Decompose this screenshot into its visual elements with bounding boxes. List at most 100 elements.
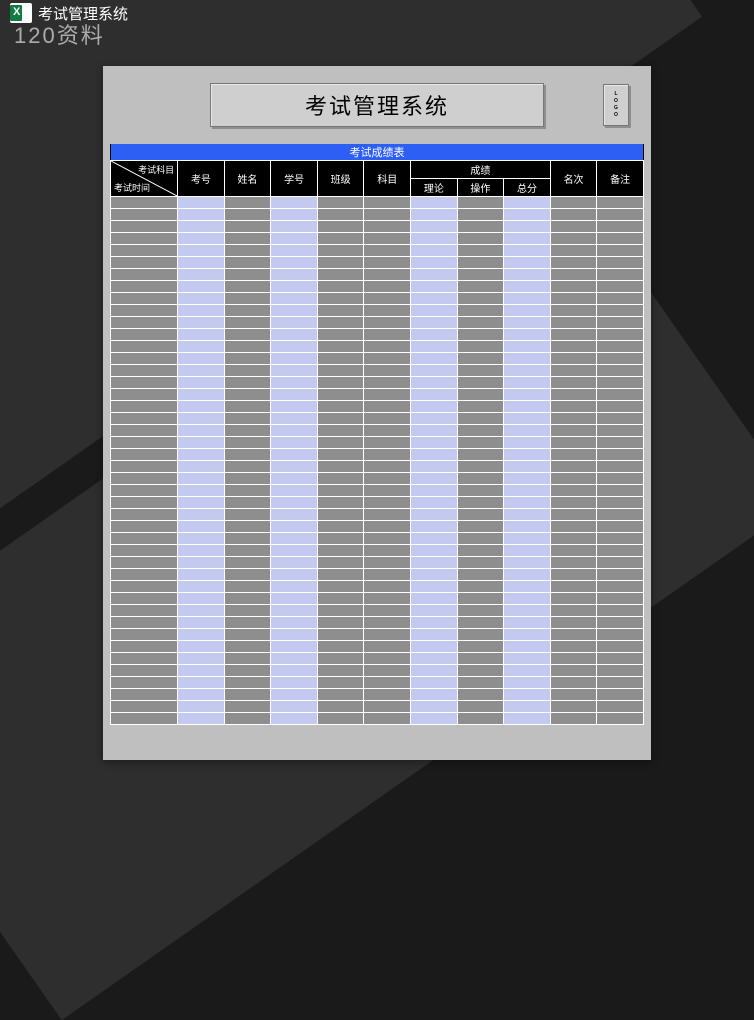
cell[interactable] <box>271 401 318 413</box>
cell[interactable] <box>271 713 318 725</box>
cell[interactable] <box>317 677 364 689</box>
cell[interactable] <box>224 329 271 341</box>
cell[interactable] <box>271 473 318 485</box>
cell[interactable] <box>550 665 597 677</box>
cell[interactable] <box>178 257 225 269</box>
cell[interactable] <box>224 449 271 461</box>
cell[interactable] <box>317 557 364 569</box>
cell[interactable] <box>224 257 271 269</box>
cell[interactable] <box>224 713 271 725</box>
cell[interactable] <box>271 569 318 581</box>
cell[interactable] <box>457 257 504 269</box>
cell[interactable] <box>597 389 644 401</box>
cell[interactable] <box>271 677 318 689</box>
cell[interactable] <box>457 653 504 665</box>
cell[interactable] <box>504 641 551 653</box>
cell[interactable] <box>504 341 551 353</box>
cell[interactable] <box>457 533 504 545</box>
cell[interactable] <box>111 377 178 389</box>
cell[interactable] <box>364 293 411 305</box>
cell[interactable] <box>224 521 271 533</box>
cell[interactable] <box>317 425 364 437</box>
cell[interactable] <box>224 425 271 437</box>
cell[interactable] <box>597 221 644 233</box>
cell[interactable] <box>178 437 225 449</box>
cell[interactable] <box>364 329 411 341</box>
cell[interactable] <box>597 197 644 209</box>
cell[interactable] <box>224 401 271 413</box>
cell[interactable] <box>457 617 504 629</box>
cell[interactable] <box>224 629 271 641</box>
cell[interactable] <box>111 401 178 413</box>
cell[interactable] <box>457 521 504 533</box>
cell[interactable] <box>271 305 318 317</box>
cell[interactable] <box>178 497 225 509</box>
cell[interactable] <box>597 341 644 353</box>
cell[interactable] <box>111 677 178 689</box>
cell[interactable] <box>457 293 504 305</box>
cell[interactable] <box>550 437 597 449</box>
cell[interactable] <box>364 629 411 641</box>
cell[interactable] <box>411 665 458 677</box>
cell[interactable] <box>224 233 271 245</box>
cell[interactable] <box>224 545 271 557</box>
cell[interactable] <box>550 713 597 725</box>
cell[interactable] <box>111 509 178 521</box>
cell[interactable] <box>504 581 551 593</box>
cell[interactable] <box>504 245 551 257</box>
cell[interactable] <box>317 449 364 461</box>
cell[interactable] <box>178 269 225 281</box>
cell[interactable] <box>597 245 644 257</box>
cell[interactable] <box>111 641 178 653</box>
cell[interactable] <box>178 341 225 353</box>
cell[interactable] <box>364 425 411 437</box>
cell[interactable] <box>224 509 271 521</box>
cell[interactable] <box>504 701 551 713</box>
cell[interactable] <box>178 425 225 437</box>
cell[interactable] <box>178 581 225 593</box>
cell[interactable] <box>457 425 504 437</box>
cell[interactable] <box>550 509 597 521</box>
cell[interactable] <box>457 437 504 449</box>
cell[interactable] <box>597 701 644 713</box>
cell[interactable] <box>504 569 551 581</box>
cell[interactable] <box>224 365 271 377</box>
cell[interactable] <box>111 521 178 533</box>
cell[interactable] <box>411 221 458 233</box>
cell[interactable] <box>111 473 178 485</box>
cell[interactable] <box>178 317 225 329</box>
cell[interactable] <box>111 653 178 665</box>
cell[interactable] <box>178 473 225 485</box>
cell[interactable] <box>550 593 597 605</box>
cell[interactable] <box>111 437 178 449</box>
cell[interactable] <box>317 221 364 233</box>
cell[interactable] <box>550 233 597 245</box>
cell[interactable] <box>364 665 411 677</box>
cell[interactable] <box>504 617 551 629</box>
cell[interactable] <box>411 209 458 221</box>
cell[interactable] <box>178 485 225 497</box>
cell[interactable] <box>178 209 225 221</box>
cell[interactable] <box>271 497 318 509</box>
cell[interactable] <box>457 497 504 509</box>
cell[interactable] <box>457 341 504 353</box>
cell[interactable] <box>597 545 644 557</box>
cell[interactable] <box>411 449 458 461</box>
cell[interactable] <box>271 461 318 473</box>
cell[interactable] <box>111 257 178 269</box>
cell[interactable] <box>364 485 411 497</box>
cell[interactable] <box>111 245 178 257</box>
cell[interactable] <box>317 437 364 449</box>
cell[interactable] <box>317 281 364 293</box>
cell[interactable] <box>504 425 551 437</box>
cell[interactable] <box>504 365 551 377</box>
cell[interactable] <box>178 629 225 641</box>
cell[interactable] <box>111 665 178 677</box>
cell[interactable] <box>550 293 597 305</box>
cell[interactable] <box>457 701 504 713</box>
cell[interactable] <box>364 641 411 653</box>
cell[interactable] <box>317 293 364 305</box>
cell[interactable] <box>411 281 458 293</box>
cell[interactable] <box>597 293 644 305</box>
cell[interactable] <box>111 197 178 209</box>
